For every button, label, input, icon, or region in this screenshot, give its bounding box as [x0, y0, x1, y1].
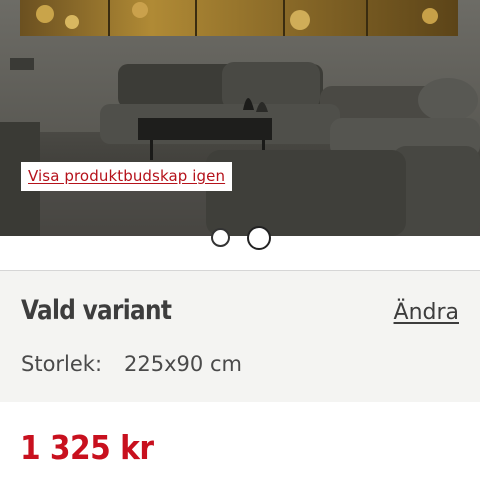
selected-variant-panel: Vald variant Ändra Storlek: 225x90 cm [0, 271, 480, 402]
gallery-pagination [0, 226, 480, 250]
variant-title: Vald variant [21, 295, 172, 326]
show-product-message-link[interactable]: Visa produktbudskap igen [21, 162, 233, 191]
size-label: Storlek: [21, 352, 103, 376]
product-photo [0, 0, 480, 236]
product-image-gallery[interactable]: Visa produktbudskap igen [0, 0, 480, 236]
size-row: Storlek: 225x90 cm [21, 352, 242, 376]
gallery-dot-1[interactable] [211, 228, 230, 247]
gallery-dot-2-active[interactable] [247, 226, 271, 250]
product-price: 1 325 kr [20, 428, 154, 467]
size-value: 225x90 cm [124, 352, 242, 376]
change-variant-link[interactable]: Ändra [394, 300, 459, 325]
